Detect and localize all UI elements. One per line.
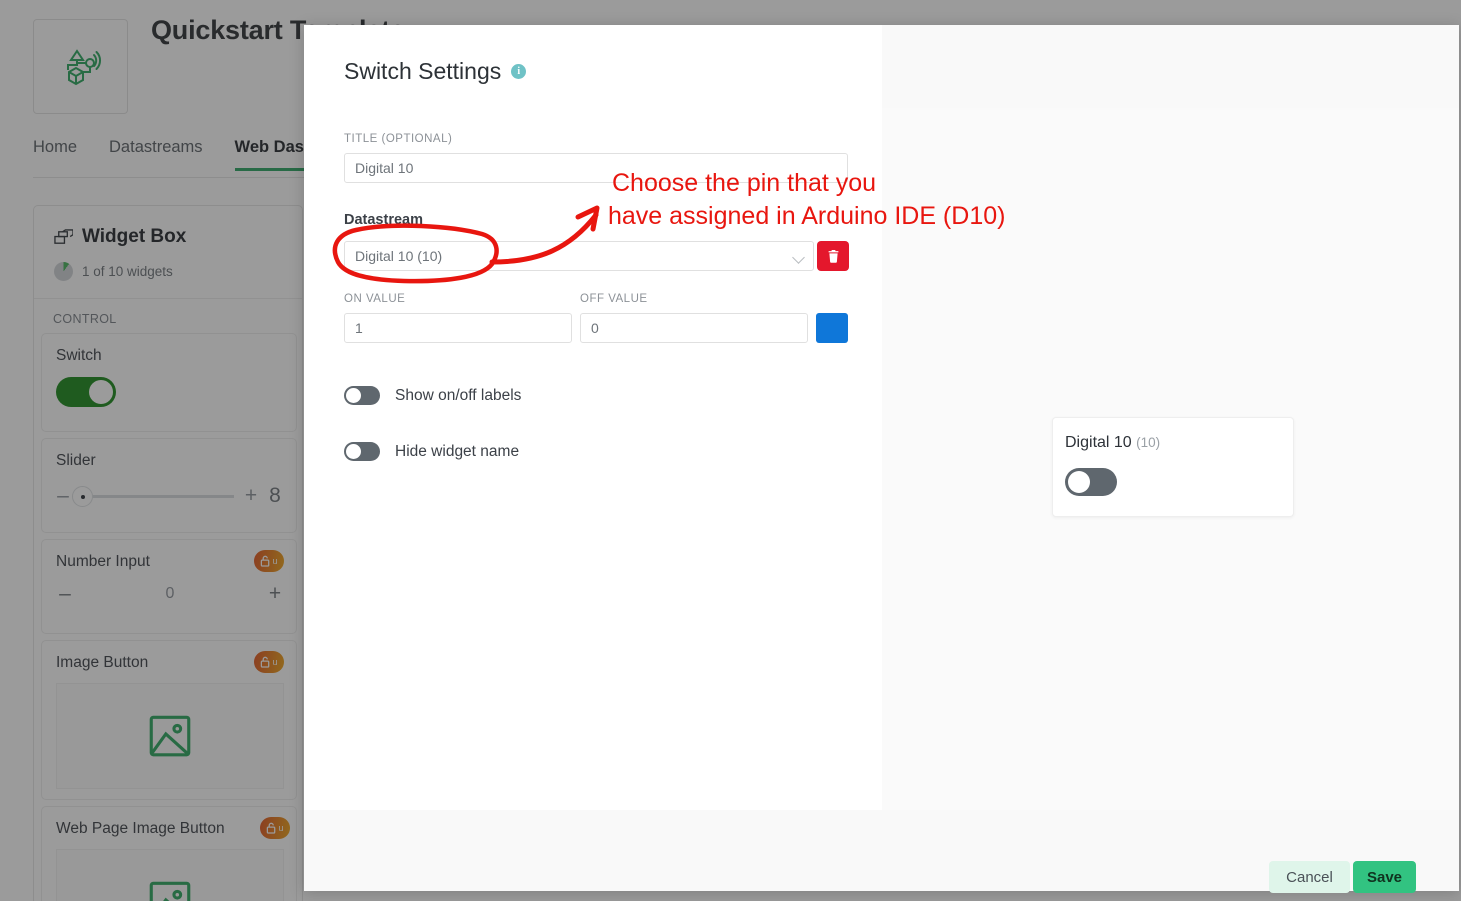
datastream-select[interactable]: Digital 10 (10): [344, 241, 814, 271]
preview-widget-card[interactable]: Digital 10 (10): [1052, 417, 1294, 517]
screen: Quickstart Template Home Datastreams Web…: [0, 0, 1461, 901]
preview-widget-toggle[interactable]: [1065, 468, 1117, 496]
show-onoff-labels-label: Show on/off labels: [395, 386, 522, 404]
chevron-down-icon: [792, 251, 805, 264]
dialog-title: Switch Settings i: [344, 58, 527, 85]
save-button[interactable]: Save: [1353, 861, 1416, 893]
preview-widget-name: Digital 10 (10): [1065, 434, 1160, 452]
preview-widget-title: Digital 10: [1065, 434, 1132, 451]
dialog-title-text: Switch Settings: [344, 58, 502, 84]
trash-icon: [828, 249, 838, 263]
off-value-label: OFF VALUE: [580, 293, 648, 305]
cancel-button[interactable]: Cancel: [1269, 861, 1350, 893]
hide-widget-name-label: Hide widget name: [395, 442, 520, 460]
delete-datastream-button[interactable]: [817, 241, 849, 271]
show-onoff-labels-row[interactable]: Show on/off labels: [344, 386, 521, 405]
title-field-label: TITLE (OPTIONAL): [344, 133, 453, 145]
preview-widget-pin: (10): [1136, 435, 1161, 450]
datastream-field-label: Datastream: [344, 212, 423, 228]
off-value-input[interactable]: 0: [580, 313, 808, 343]
settings-form-panel: Switch Settings i TITLE (OPTIONAL) Digit…: [304, 25, 882, 810]
datastream-select-value: Digital 10 (10): [355, 248, 443, 264]
color-swatch-button[interactable]: [816, 313, 848, 343]
show-onoff-labels-toggle[interactable]: [344, 386, 380, 405]
on-value-input[interactable]: 1: [344, 313, 572, 343]
dialog-footer: Cancel Save: [304, 810, 1459, 893]
hide-widget-name-row[interactable]: Hide widget name: [344, 442, 519, 461]
info-icon[interactable]: i: [511, 64, 527, 79]
title-input[interactable]: Digital 10: [344, 153, 848, 183]
on-value-label: ON VALUE: [344, 293, 406, 305]
hide-widget-name-toggle[interactable]: [344, 442, 380, 461]
